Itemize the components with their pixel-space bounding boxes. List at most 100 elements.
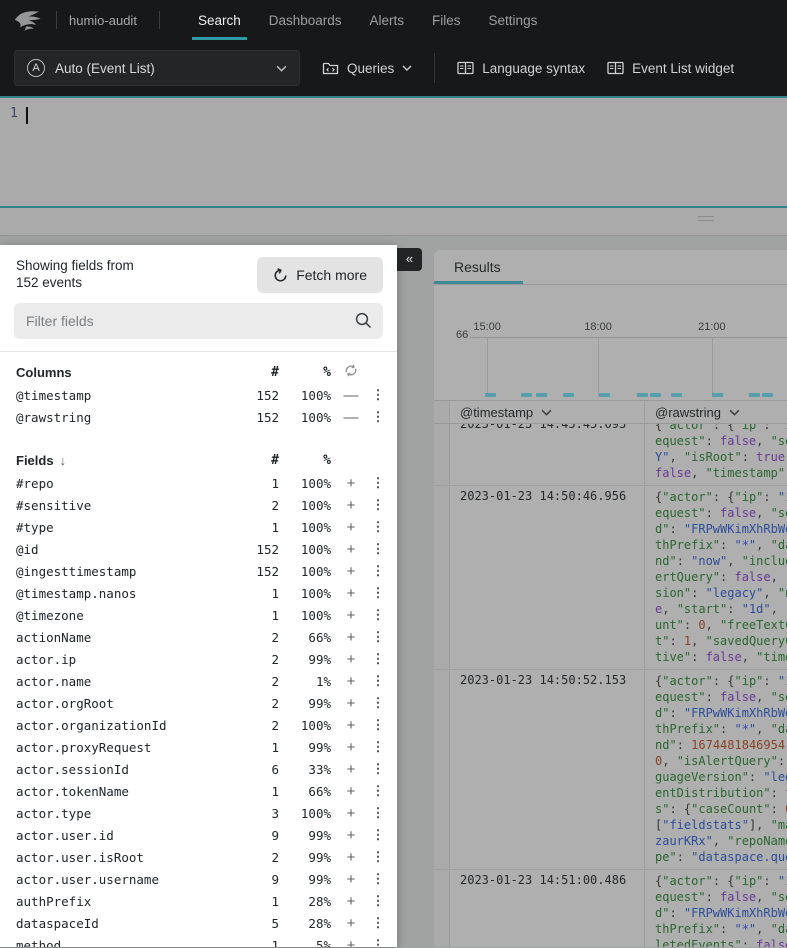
- sort-descending-icon[interactable]: ↓: [60, 453, 67, 468]
- kebab-menu-icon[interactable]: ⋮: [371, 893, 385, 909]
- field-row[interactable]: authPrefix128%+⋮: [0, 890, 397, 912]
- event-histogram[interactable]: 66 15:0018:0021:00: [434, 285, 787, 400]
- queries-menu-button[interactable]: Queries: [322, 61, 412, 76]
- tab-results[interactable]: Results: [434, 250, 523, 284]
- kebab-menu-icon[interactable]: ⋮: [371, 827, 385, 843]
- kebab-menu-icon[interactable]: ⋮: [371, 475, 385, 491]
- histogram-bar[interactable]: [485, 393, 496, 397]
- add-column-icon[interactable]: +: [331, 827, 371, 844]
- histogram-bar[interactable]: [637, 393, 648, 397]
- histogram-bar[interactable]: [749, 393, 760, 397]
- kebab-menu-icon[interactable]: ⋮: [371, 937, 385, 947]
- field-row[interactable]: actor.proxyRequest199%+⋮: [0, 736, 397, 758]
- event-row[interactable]: 2023-01-23 14:51:00.486{"actor": {"ip": …: [434, 870, 787, 947]
- kebab-menu-icon[interactable]: ⋮: [371, 849, 385, 865]
- histogram-bar[interactable]: [599, 393, 610, 397]
- nav-item-dashboards[interactable]: Dashboards: [255, 0, 356, 40]
- field-row[interactable]: actor.type3100%+⋮: [0, 802, 397, 824]
- add-column-icon[interactable]: +: [331, 871, 371, 888]
- field-row[interactable]: actor.user.isRoot299%+⋮: [0, 846, 397, 868]
- sync-columns-icon[interactable]: [331, 364, 371, 381]
- event-row[interactable]: 2023-01-23 14:45:45.093{"actor": {"ip": …: [434, 424, 787, 486]
- event-list-widget-button[interactable]: Event List widget: [607, 61, 734, 76]
- nav-item-search[interactable]: Search: [184, 0, 255, 40]
- query-editor[interactable]: 1: [0, 96, 787, 208]
- field-row[interactable]: @id152100%+⋮: [0, 538, 397, 560]
- add-column-icon[interactable]: +: [331, 519, 371, 536]
- kebab-menu-icon[interactable]: ⋮: [371, 761, 385, 777]
- add-column-icon[interactable]: +: [331, 563, 371, 580]
- add-column-icon[interactable]: +: [331, 915, 371, 932]
- histogram-bar[interactable]: [671, 393, 682, 397]
- field-row[interactable]: actor.user.username999%+⋮: [0, 868, 397, 890]
- timestamp-column-header[interactable]: @timestamp: [450, 401, 645, 423]
- add-column-icon[interactable]: +: [331, 585, 371, 602]
- add-column-icon[interactable]: +: [331, 761, 371, 778]
- add-column-icon[interactable]: +: [331, 893, 371, 910]
- field-row[interactable]: actor.name21%+⋮: [0, 670, 397, 692]
- kebab-menu-icon[interactable]: ⋮: [371, 739, 385, 755]
- add-column-icon[interactable]: +: [331, 849, 371, 866]
- histogram-bar[interactable]: [536, 393, 547, 397]
- event-row[interactable]: 2023-01-23 14:50:52.153{"actor": {"ip": …: [434, 670, 787, 870]
- kebab-menu-icon[interactable]: ⋮: [371, 871, 385, 887]
- kebab-menu-icon[interactable]: ⋮: [371, 783, 385, 799]
- histogram-bar[interactable]: [762, 393, 773, 397]
- field-row[interactable]: @timezone1100%+⋮: [0, 604, 397, 626]
- add-column-icon[interactable]: +: [331, 937, 371, 948]
- kebab-menu-icon[interactable]: ⋮: [371, 497, 385, 513]
- kebab-menu-icon[interactable]: ⋮: [371, 805, 385, 821]
- kebab-menu-icon[interactable]: ⋮: [371, 563, 385, 579]
- add-column-icon[interactable]: +: [331, 497, 371, 514]
- kebab-menu-icon[interactable]: ⋮: [371, 409, 385, 425]
- add-column-icon[interactable]: +: [331, 673, 371, 690]
- field-row[interactable]: #repo1100%+⋮: [0, 472, 397, 494]
- histogram-bar[interactable]: [563, 393, 574, 397]
- field-row[interactable]: @timestamp.nanos1100%+⋮: [0, 582, 397, 604]
- add-column-icon[interactable]: +: [331, 607, 371, 624]
- visualization-select[interactable]: A Auto (Event List): [14, 50, 300, 86]
- add-column-icon[interactable]: +: [331, 541, 371, 558]
- remove-column-icon[interactable]: —: [331, 409, 371, 426]
- kebab-menu-icon[interactable]: ⋮: [371, 541, 385, 557]
- kebab-menu-icon[interactable]: ⋮: [371, 607, 385, 623]
- kebab-menu-icon[interactable]: ⋮: [371, 585, 385, 601]
- kebab-menu-icon[interactable]: ⋮: [371, 629, 385, 645]
- nav-item-alerts[interactable]: Alerts: [356, 0, 419, 40]
- kebab-menu-icon[interactable]: ⋮: [371, 717, 385, 733]
- add-column-icon[interactable]: +: [331, 629, 371, 646]
- histogram-bar[interactable]: [650, 393, 661, 397]
- field-row[interactable]: actor.orgRoot299%+⋮: [0, 692, 397, 714]
- field-row[interactable]: actor.user.id999%+⋮: [0, 824, 397, 846]
- histogram-bar[interactable]: [521, 393, 532, 397]
- field-row[interactable]: method15%+⋮: [0, 934, 397, 947]
- histogram-bar[interactable]: [712, 393, 723, 397]
- field-row[interactable]: @timestamp152100%—⋮: [0, 384, 397, 406]
- add-column-icon[interactable]: +: [331, 805, 371, 822]
- kebab-menu-icon[interactable]: ⋮: [371, 387, 385, 403]
- field-row[interactable]: #sensitive2100%+⋮: [0, 494, 397, 516]
- splitter-bar[interactable]: [0, 208, 787, 236]
- rawstring-column-header[interactable]: @rawstring: [645, 401, 787, 423]
- remove-column-icon[interactable]: —: [331, 387, 371, 404]
- field-row[interactable]: @rawstring152100%—⋮: [0, 406, 397, 428]
- add-column-icon[interactable]: +: [331, 475, 371, 492]
- kebab-menu-icon[interactable]: ⋮: [371, 695, 385, 711]
- fetch-more-button[interactable]: Fetch more: [257, 257, 383, 293]
- kebab-menu-icon[interactable]: ⋮: [371, 673, 385, 689]
- event-row[interactable]: 2023-01-23 14:50:46.956{"actor": {"ip": …: [434, 486, 787, 670]
- field-row[interactable]: @ingesttimestamp152100%+⋮: [0, 560, 397, 582]
- field-row[interactable]: actor.organizationId2100%+⋮: [0, 714, 397, 736]
- field-row[interactable]: actor.sessionId633%+⋮: [0, 758, 397, 780]
- falcon-logo-icon[interactable]: [14, 8, 44, 32]
- add-column-icon[interactable]: +: [331, 695, 371, 712]
- add-column-icon[interactable]: +: [331, 651, 371, 668]
- kebab-menu-icon[interactable]: ⋮: [371, 519, 385, 535]
- field-row[interactable]: actor.tokenName166%+⋮: [0, 780, 397, 802]
- nav-item-settings[interactable]: Settings: [475, 0, 552, 40]
- add-column-icon[interactable]: +: [331, 717, 371, 734]
- collapse-panel-button[interactable]: «: [397, 248, 422, 271]
- kebab-menu-icon[interactable]: ⋮: [371, 915, 385, 931]
- field-row[interactable]: #type1100%+⋮: [0, 516, 397, 538]
- field-row[interactable]: actionName266%+⋮: [0, 626, 397, 648]
